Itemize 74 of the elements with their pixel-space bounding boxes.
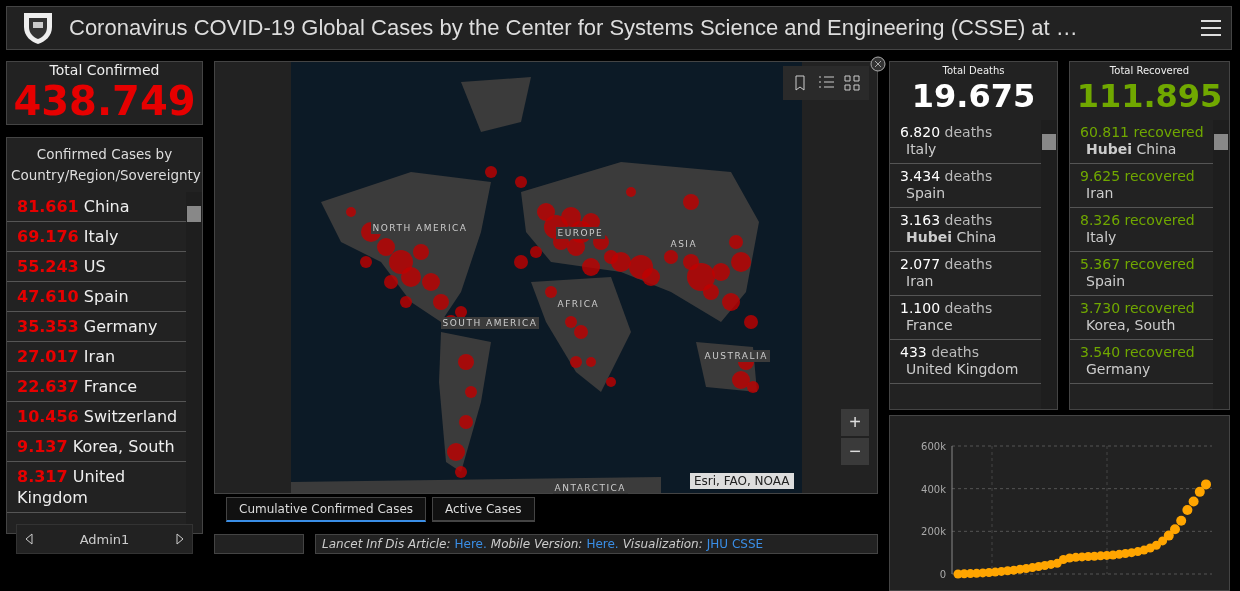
place-text: Italy [1085, 229, 1118, 246]
place-text: Spain [1085, 273, 1127, 290]
axis-tick-label: 0 [939, 569, 946, 580]
previous-icon[interactable] [25, 533, 33, 545]
map-attribution: Esri, FAO, NOAA [689, 473, 794, 489]
data-point [1188, 496, 1199, 507]
list-title: Confirmed Cases by Country/Region/Sovereignty [10, 145, 202, 185]
stat-label: Total Confirmed [49, 62, 160, 78]
info-label: Visualization: [622, 538, 703, 551]
stat-label: Total Recovered [1109, 65, 1190, 76]
place-text: France [905, 317, 954, 334]
data-point [1151, 540, 1161, 550]
zoom-out-button[interactable]: − [841, 438, 869, 465]
count-text: 6.820 deaths [900, 124, 994, 141]
scrollbar-thumb[interactable] [1214, 134, 1228, 150]
map-label: SOUTH AMERICA [440, 317, 540, 329]
stat-label: Total Deaths [942, 65, 1005, 76]
stat-value: 111.895 [1076, 76, 1223, 116]
count-text: 433 deaths [900, 344, 980, 361]
place-text: Germany [1085, 361, 1152, 378]
data-point [1182, 505, 1193, 515]
data-point [1170, 524, 1180, 535]
shield-logo-icon [21, 10, 55, 46]
page-title: Coronavirus COVID-19 Global Cases by the Center for Systems Science and Engineering (CSSE) at … [69, 15, 1079, 41]
place-text: Iran [905, 273, 935, 290]
data-point [1176, 515, 1187, 526]
count-text: 5.367 recovered [1080, 256, 1196, 273]
count-text: 3.730 recovered [1080, 300, 1196, 317]
count-text: 3.434 deaths [900, 168, 994, 185]
map-label: EUROPE [555, 227, 606, 239]
place-text: Korea, South [1085, 317, 1177, 334]
grid-icon[interactable] [841, 72, 863, 94]
expand-icon[interactable] [870, 56, 886, 72]
axis-tick-label: 200k [921, 526, 946, 538]
tab[interactable]: Active Cases [432, 497, 535, 522]
count-text: 3.540 recovered [1080, 344, 1196, 361]
stat-value: 19.675 [911, 76, 1036, 116]
data-point [1163, 530, 1174, 541]
scrollbar[interactable] [186, 192, 202, 533]
scrollbar-thumb[interactable] [187, 206, 201, 222]
place-text: Italy [905, 141, 938, 158]
info-label: Lancet Inf Dis Article: [322, 538, 451, 551]
count-text: 2.077 deaths [900, 256, 994, 273]
place-text: Hubei China [1085, 141, 1178, 158]
count-text: 9.625 recovered [1080, 168, 1196, 185]
count-text: 3.163 deaths [900, 212, 994, 229]
place-text: Spain [905, 185, 947, 202]
axis-tick-label: 400k [921, 483, 946, 495]
scrollbar-thumb[interactable] [1042, 134, 1056, 150]
stat-value: 438.749 [13, 78, 196, 124]
link[interactable]: JHU CSSE [706, 538, 764, 551]
scrollbar[interactable] [1041, 120, 1057, 409]
menu-icon[interactable] [1201, 20, 1221, 36]
zoom-in-button[interactable]: + [841, 409, 869, 436]
info-label: Mobile Version: [490, 538, 583, 551]
map-label: ANTARCTICA [552, 482, 629, 494]
data-point [1194, 486, 1205, 497]
link[interactable]: Here. [586, 538, 619, 551]
place-text: Hubei China [905, 229, 998, 246]
tab[interactable]: Cumulative Confirmed Cases [226, 497, 427, 522]
data-point [1158, 536, 1168, 546]
pager-label: Admin1 [79, 531, 130, 547]
count-text: 60.811 recovered [1080, 124, 1205, 141]
place-text: United Kingdom [905, 361, 1020, 378]
count-text: 8.326 recovered [1080, 212, 1196, 229]
scrollbar[interactable] [1213, 120, 1229, 409]
map-background[interactable]: NORTH AMERICA EUROPE ASIA AFRICA SOUTH AMERICA AUSTRALIA ANTARCTICA Esri, FAO, NOAA [290, 62, 802, 493]
place-text: Iran [1085, 185, 1115, 202]
axis-tick-label: 600k [921, 441, 946, 452]
next-icon[interactable] [176, 533, 184, 545]
link[interactable]: Here. [454, 538, 487, 551]
map-label: AUSTRALIA [702, 350, 770, 362]
data-point [1201, 479, 1211, 490]
count-text: 1.100 deaths [900, 300, 994, 317]
